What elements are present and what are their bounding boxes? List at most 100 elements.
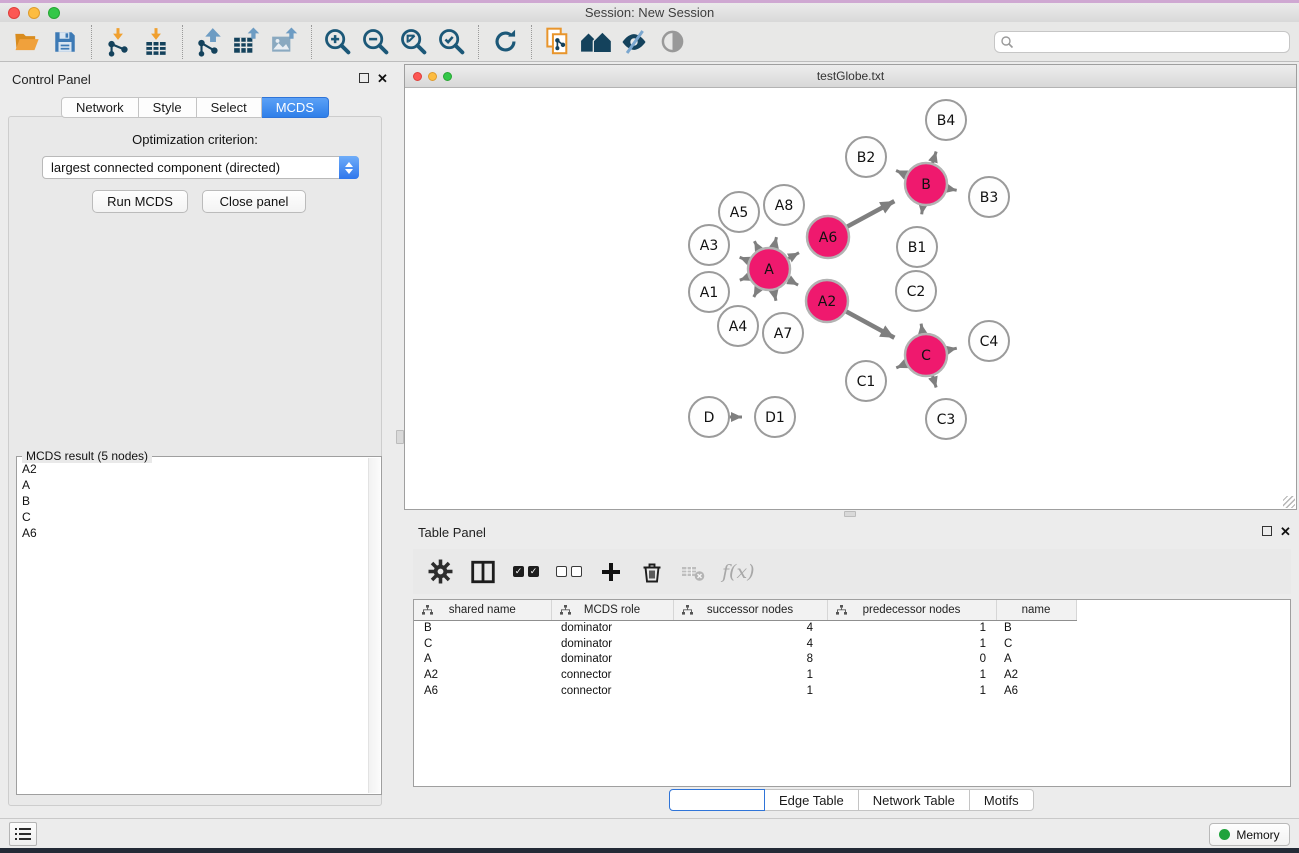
search-input[interactable] — [1014, 33, 1289, 51]
criterion-dropdown-value: largest connected component (directed) — [43, 160, 339, 175]
import-table-icon[interactable] — [137, 24, 175, 60]
save-session-icon[interactable] — [46, 24, 84, 60]
split-handle-vertical[interactable] — [396, 430, 404, 444]
column-header-label: predecessor nodes — [863, 604, 961, 616]
graph-node-A4[interactable]: A4 — [718, 306, 758, 346]
mcds-result-item[interactable]: A2 — [18, 461, 367, 477]
split-handle-horizontal[interactable] — [844, 511, 856, 517]
open-session-icon[interactable] — [8, 24, 46, 60]
tab-select[interactable]: Select — [197, 97, 262, 118]
graph-node-A3[interactable]: A3 — [689, 225, 729, 265]
graph-node-B2[interactable]: B2 — [846, 137, 886, 177]
close-panel-button[interactable]: Close panel — [202, 190, 306, 213]
tab-network[interactable]: Network — [61, 97, 139, 118]
column-type-icon — [836, 605, 847, 616]
app-titlebar[interactable]: Session: New Session — [0, 3, 1299, 22]
zoom-in-icon[interactable] — [319, 24, 357, 60]
tab-edge-table[interactable]: Edge Table — [765, 789, 859, 811]
graph-node-C3[interactable]: C3 — [926, 399, 966, 439]
zoom-fit-icon[interactable] — [395, 24, 433, 60]
function-builder-icon[interactable]: f(x) — [722, 557, 755, 587]
show-all-icon[interactable] — [653, 24, 691, 60]
column-header-predecessor-nodes[interactable]: predecessor nodes — [827, 600, 996, 620]
hide-selected-icon[interactable] — [615, 24, 653, 60]
table-row[interactable]: A6connector11A6 — [414, 683, 1290, 699]
tab-label: Network — [76, 100, 124, 115]
export-image-icon[interactable] — [266, 24, 304, 60]
import-network-icon[interactable] — [99, 24, 137, 60]
network-canvas[interactable]: B4 B2 B B3 A8 A5 A6 A3 B1 A A1 C2 A2 A4A7 C4 C C1 C3 D D1 — [405, 88, 1296, 509]
export-table-icon[interactable] — [228, 24, 266, 60]
deselect-all-icon[interactable] — [556, 557, 582, 587]
graph-edge-A6-B[interactable] — [844, 201, 895, 228]
memory-button[interactable]: Memory — [1209, 823, 1290, 846]
select-all-icon[interactable]: ✓ ✓ — [513, 557, 539, 587]
float-panel-icon[interactable] — [359, 73, 369, 83]
mcds-result-item[interactable]: C — [18, 509, 367, 525]
tab-node-table[interactable]: Node Table — [669, 789, 765, 811]
close-panel-icon[interactable]: ✕ — [377, 72, 388, 85]
graph-node-B1[interactable]: B1 — [897, 227, 937, 267]
graph-node-B3[interactable]: B3 — [969, 177, 1009, 217]
node-table[interactable]: shared nameMCDS rolesuccessor nodes prede… — [413, 599, 1291, 787]
graph-node-label: A8 — [775, 198, 793, 214]
graph-node-A6[interactable]: A6 — [807, 216, 849, 258]
delete-icon[interactable] — [640, 557, 664, 587]
column-header-successor-nodes[interactable]: successor nodes — [673, 600, 827, 620]
mcds-result-item[interactable]: A — [18, 477, 367, 493]
graph-node-C2[interactable]: C2 — [896, 271, 936, 311]
close-table-panel-icon[interactable]: ✕ — [1280, 525, 1291, 538]
graph-node-D[interactable]: D — [689, 397, 729, 437]
mcds-result-item[interactable]: B — [18, 493, 367, 509]
table-row[interactable]: Adominator80A — [414, 651, 1290, 667]
criterion-dropdown[interactable]: largest connected component (directed) — [42, 156, 359, 179]
tab-style[interactable]: Style — [139, 97, 197, 118]
graph-node-C1[interactable]: C1 — [846, 361, 886, 401]
memory-label: Memory — [1236, 828, 1279, 842]
zoom-out-icon[interactable] — [357, 24, 395, 60]
copy-network-icon[interactable] — [539, 24, 577, 60]
home-network-icon[interactable] — [577, 24, 615, 60]
split-columns-icon[interactable] — [470, 557, 496, 587]
export-network-icon[interactable] — [190, 24, 228, 60]
checkbox-checked-icon: ✓ — [528, 566, 539, 577]
add-column-icon[interactable] — [599, 557, 623, 587]
graph-node-A5[interactable]: A5 — [719, 192, 759, 232]
tab-mcds[interactable]: MCDS — [262, 97, 329, 118]
table-row[interactable]: Cdominator41C — [414, 636, 1290, 652]
column-header-shared-name[interactable]: shared name — [414, 600, 551, 620]
graph-node-A7[interactable]: A7 — [763, 313, 803, 353]
tab-motifs[interactable]: Motifs — [970, 789, 1034, 811]
network-window-titlebar[interactable]: testGlobe.txt — [405, 65, 1296, 88]
graph-node-label: C — [921, 348, 931, 364]
graph-node-label: B1 — [908, 240, 927, 256]
tab-network-table[interactable]: Network Table — [859, 789, 970, 811]
graph-node-A1[interactable]: A1 — [689, 272, 729, 312]
refresh-icon[interactable] — [486, 24, 524, 60]
graph-node-D1[interactable]: D1 — [755, 397, 795, 437]
show-panels-button[interactable] — [9, 822, 37, 846]
float-table-panel-icon[interactable] — [1262, 526, 1272, 536]
graph-node-A8[interactable]: A8 — [764, 185, 804, 225]
delete-table-icon[interactable] — [681, 557, 705, 587]
graph-node-A2[interactable]: A2 — [806, 280, 848, 322]
graph-edge-A2-C[interactable] — [843, 310, 895, 338]
table-row[interactable]: Bdominator41B — [414, 620, 1290, 636]
run-mcds-button[interactable]: Run MCDS — [92, 190, 188, 213]
settings-gear-icon[interactable] — [428, 557, 453, 587]
graph-node-C[interactable]: C — [905, 334, 947, 376]
window-resize-grip[interactable] — [1283, 496, 1295, 508]
network-graph[interactable]: B4 B2 B B3 A8 A5 A6 A3 B1 A A1 C2 A2 A4A7 C4 C C1 C3 D D1 — [405, 88, 1296, 509]
column-header-name[interactable]: name — [996, 600, 1076, 620]
graph-node-B4[interactable]: B4 — [926, 100, 966, 140]
search-field[interactable] — [994, 31, 1290, 53]
graph-node-A[interactable]: A — [748, 248, 790, 290]
column-header-mcds-role[interactable]: MCDS role — [551, 600, 673, 620]
table-cell: 4 — [673, 620, 827, 636]
table-row[interactable]: A2connector11A2 — [414, 667, 1290, 683]
graph-node-C4[interactable]: C4 — [969, 321, 1009, 361]
zoom-selected-icon[interactable] — [433, 24, 471, 60]
result-scrollbar[interactable] — [368, 458, 380, 793]
mcds-result-item[interactable]: A6 — [18, 525, 367, 541]
graph-node-B[interactable]: B — [905, 163, 947, 205]
